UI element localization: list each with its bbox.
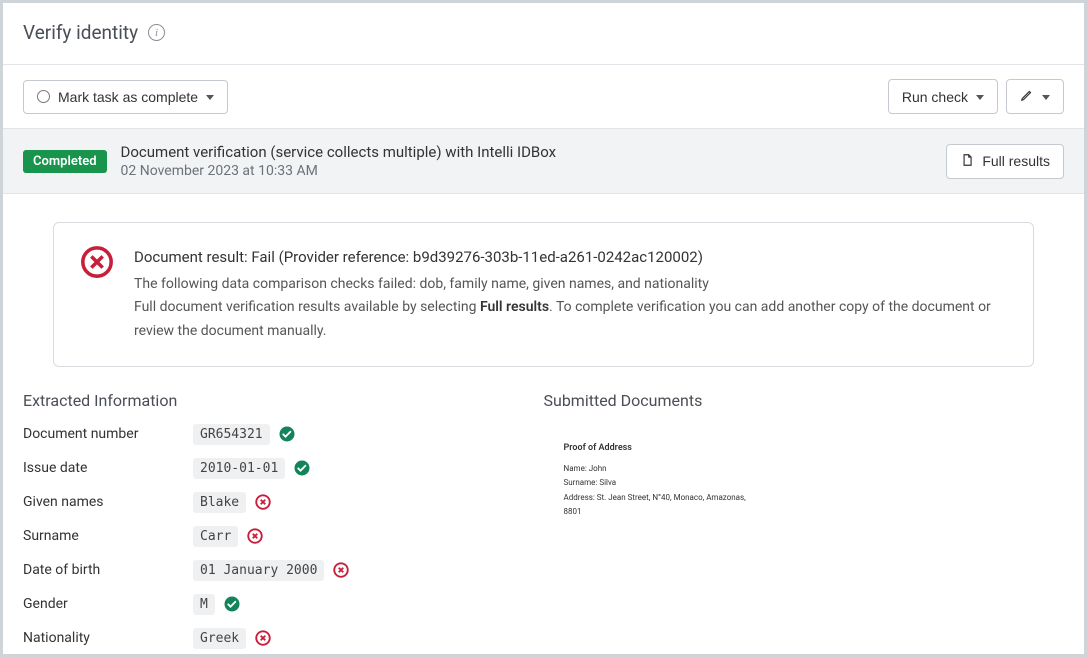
doc-title: Proof of Address bbox=[564, 440, 754, 456]
check-icon bbox=[278, 425, 296, 443]
check-icon bbox=[293, 459, 311, 477]
field-value: Blake bbox=[193, 492, 246, 513]
field-label: Gender bbox=[23, 596, 193, 612]
field-row: NationalityGreek bbox=[23, 628, 514, 649]
full-results-button[interactable]: Full results bbox=[946, 144, 1064, 179]
alert-line2: Full document verification results avail… bbox=[134, 296, 1007, 344]
edit-button[interactable] bbox=[1006, 79, 1064, 114]
full-results-inline-link[interactable]: Full results bbox=[480, 299, 549, 315]
full-results-label: Full results bbox=[982, 153, 1050, 169]
fail-icon bbox=[254, 493, 272, 511]
status-timestamp: 02 November 2023 at 10:33 AM bbox=[121, 163, 557, 179]
status-badge: Completed bbox=[23, 150, 107, 173]
document-thumbnail[interactable]: Proof of Address Name: John Surname: Sil… bbox=[544, 424, 774, 544]
check-icon bbox=[223, 595, 241, 613]
field-label: Issue date bbox=[23, 460, 193, 476]
mark-complete-label: Mark task as complete bbox=[58, 89, 198, 105]
field-value: GR654321 bbox=[193, 424, 270, 445]
doc-name: Name: John bbox=[564, 462, 754, 476]
circle-empty-icon bbox=[37, 90, 50, 103]
extracted-heading: Extracted Information bbox=[23, 391, 514, 410]
field-row: Date of birth01 January 2000 bbox=[23, 560, 514, 581]
field-label: Nationality bbox=[23, 630, 193, 646]
field-row: Document numberGR654321 bbox=[23, 424, 514, 445]
fail-icon bbox=[332, 561, 350, 579]
run-check-button[interactable]: Run check bbox=[888, 79, 998, 114]
doc-surname: Surname: Silva bbox=[564, 476, 754, 490]
mark-complete-button[interactable]: Mark task as complete bbox=[23, 80, 228, 114]
page-header: Verify identity i bbox=[3, 3, 1084, 65]
toolbar: Mark task as complete Run check bbox=[3, 65, 1084, 128]
doc-address: Address: St. Jean Street, N°40, Monaco, … bbox=[564, 491, 754, 520]
fail-icon bbox=[254, 629, 272, 647]
chevron-down-icon bbox=[1042, 95, 1050, 100]
alert-title: Document result: Fail (Provider referenc… bbox=[134, 245, 1007, 271]
field-row: GenderM bbox=[23, 594, 514, 615]
info-icon[interactable]: i bbox=[148, 24, 165, 41]
page-title: Verify identity bbox=[23, 21, 138, 44]
field-row: Issue date2010-01-01 bbox=[23, 458, 514, 479]
status-title: Document verification (service collects … bbox=[121, 143, 557, 161]
field-value: 01 January 2000 bbox=[193, 560, 324, 581]
fail-icon bbox=[246, 527, 264, 545]
field-value: M bbox=[193, 594, 215, 615]
field-value: Greek bbox=[193, 628, 246, 649]
status-strip: Completed Document verification (service… bbox=[3, 128, 1084, 194]
chevron-down-icon bbox=[206, 95, 214, 100]
field-row: SurnameCarr bbox=[23, 526, 514, 547]
pencil-icon bbox=[1020, 88, 1034, 105]
field-value: 2010-01-01 bbox=[193, 458, 285, 479]
document-icon bbox=[960, 153, 974, 170]
run-check-label: Run check bbox=[902, 89, 968, 105]
submitted-heading: Submitted Documents bbox=[544, 391, 1035, 410]
result-alert: Document result: Fail (Provider referenc… bbox=[53, 222, 1034, 367]
field-label: Surname bbox=[23, 528, 193, 544]
chevron-down-icon bbox=[976, 95, 984, 100]
field-label: Document number bbox=[23, 426, 193, 442]
field-value: Carr bbox=[193, 526, 238, 547]
alert-line1: The following data comparison checks fai… bbox=[134, 273, 1007, 297]
field-label: Given names bbox=[23, 494, 193, 510]
fail-icon bbox=[80, 245, 114, 344]
field-label: Date of birth bbox=[23, 562, 193, 578]
field-row: Given namesBlake bbox=[23, 492, 514, 513]
